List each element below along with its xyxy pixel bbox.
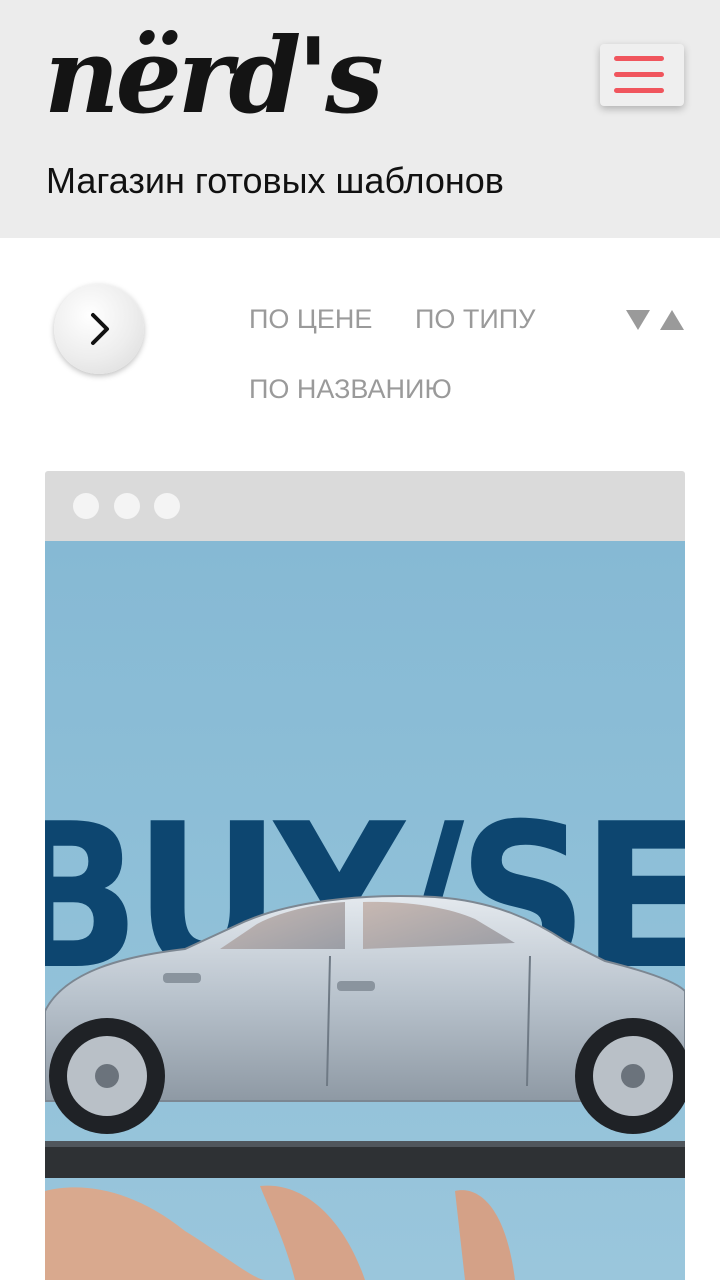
hamburger-icon [614,88,664,93]
hamburger-icon [614,72,664,77]
chevron-right-icon [91,313,109,345]
car-wheel [49,1018,165,1134]
browser-window-bar [45,471,685,541]
sort-by-price-link[interactable]: по цене [249,303,372,335]
template-preview-image[interactable]: BUY/SEL [45,541,685,1280]
hands-illustration [45,1187,265,1280]
site-tagline: Магазин готовых шаблонов [46,160,504,201]
window-dot [154,493,180,519]
filter-toggle-button[interactable] [54,284,144,374]
sort-by-name-link[interactable]: по названию [249,373,452,405]
menu-button[interactable] [600,44,684,106]
sort-by-type-link[interactable]: по типу [415,303,535,335]
site-header: nërd's Магазин готовых шаблонов [0,0,720,238]
sort-descending-icon[interactable] [626,310,650,330]
window-dot [73,493,99,519]
window-dot [114,493,140,519]
hamburger-icon [614,56,664,61]
sort-ascending-icon[interactable] [660,310,684,330]
template-card[interactable]: BUY/SEL [45,471,685,1280]
site-logo[interactable]: nërd's [44,6,384,146]
